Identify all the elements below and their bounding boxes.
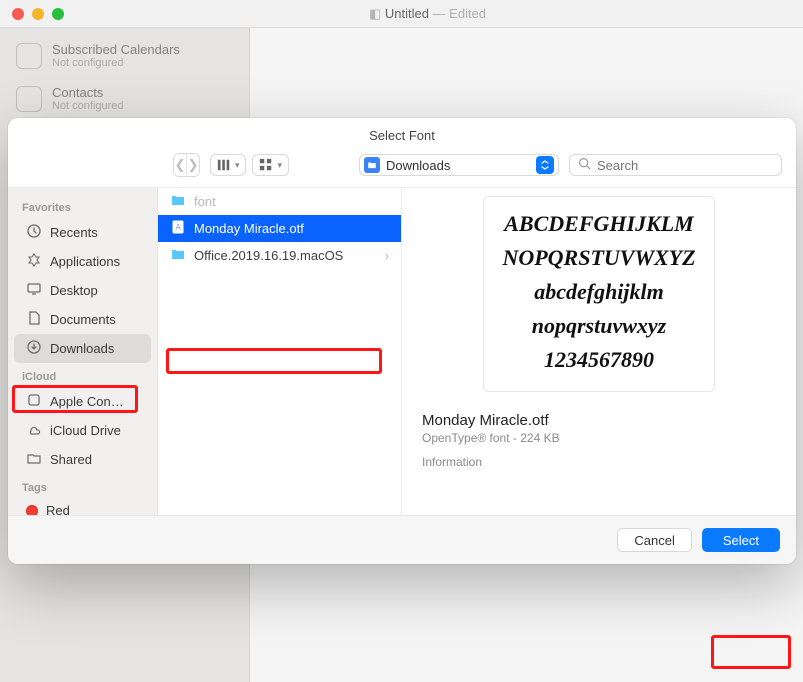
svg-text:A: A (175, 223, 181, 232)
font-sample-line: 1234567890 (502, 343, 695, 377)
chevron-right-icon: › (385, 248, 389, 263)
sidebar-item-recents[interactable]: Recents (14, 218, 151, 247)
dialog-title: Select Font (8, 118, 796, 147)
sidebar-item-label: Applications (50, 254, 120, 269)
back-button[interactable]: ❮ (174, 154, 186, 176)
file-name: Monday Miracle.otf (194, 221, 304, 236)
folder-icon (170, 246, 186, 265)
location-dropdown-icon[interactable] (536, 156, 554, 174)
sidebar-item-label: Shared (50, 452, 92, 467)
sidebar-item-label: Documents (50, 312, 116, 327)
font-preview: ABCDEFGHIJKLMNOPQRSTUVWXYZabcdefghijklmn… (483, 196, 714, 392)
sidebar-heading: Tags (8, 474, 157, 498)
chevron-down-icon: ▾ (235, 160, 240, 171)
sidebar-heading: Favorites (8, 194, 157, 218)
font-sample-line: nopqrstuvwxyz (502, 309, 695, 343)
font-sample-line: NOPQRSTUVWXYZ (502, 241, 695, 275)
file-row[interactable]: Office.2019.16.19.macOS › (158, 242, 401, 269)
nav-back-forward[interactable]: ❮ ❯ (173, 153, 200, 177)
applications-icon (26, 252, 42, 271)
group-view-button[interactable]: ▾ (252, 154, 289, 176)
icloud-icon (26, 421, 42, 440)
search-field[interactable] (569, 154, 782, 176)
sidebar-tag-red[interactable]: Red (14, 498, 151, 515)
chevron-down-icon: ▾ (277, 160, 282, 171)
search-input[interactable] (597, 158, 773, 173)
view-controls[interactable]: ▾ ▾ (210, 154, 289, 176)
dialog-footer: Cancel Select (8, 515, 796, 564)
location-label: Downloads (386, 158, 530, 173)
font-sample-line: abcdefghijklm (502, 275, 695, 309)
preview-info-label: Information (422, 455, 776, 469)
icloud-icon (26, 392, 42, 411)
location-popup[interactable]: Downloads (359, 154, 559, 176)
select-font-dialog: Select Font ❮ ❯ ▾ ▾ Downloads (8, 118, 796, 564)
forward-button[interactable]: ❯ (186, 154, 199, 176)
sidebar-item-label: Red (46, 503, 70, 515)
font-sample-line: ABCDEFGHIJKLM (502, 207, 695, 241)
folder-icon (364, 157, 380, 173)
downloads-icon (26, 339, 42, 358)
sidebar-item-desktop[interactable]: Desktop (14, 276, 151, 305)
cancel-button[interactable]: Cancel (617, 528, 691, 552)
columns-view-button[interactable]: ▾ (210, 154, 247, 176)
icloud-icon (26, 450, 42, 469)
preview-filename: Monday Miracle.otf (422, 412, 776, 429)
sidebar-item-downloads[interactable]: Downloads (14, 334, 151, 363)
file-row[interactable]: font (158, 188, 401, 215)
sidebar-item-applications[interactable]: Applications (14, 247, 151, 276)
sidebar-item-icloud[interactable]: iCloud Drive (14, 416, 151, 445)
folder-icon (170, 192, 186, 211)
sidebar-item-label: Downloads (50, 341, 114, 356)
select-button[interactable]: Select (702, 528, 780, 552)
sidebar-item-icloud[interactable]: Shared (14, 445, 151, 474)
file-column: font A Monday Miracle.otf Office.2019.16.19… (158, 188, 402, 515)
file-row[interactable]: A Monday Miracle.otf (158, 215, 401, 242)
sidebar-item-label: Recents (50, 225, 98, 240)
sidebar-item-label: Desktop (50, 283, 98, 298)
dialog-sidebar: Favorites Recents Applications Desktop Docum… (8, 188, 158, 515)
desktop-icon (26, 281, 42, 300)
font-icon: A (170, 219, 186, 238)
tag-dot-icon (26, 505, 38, 516)
documents-icon (26, 310, 42, 329)
preview-pane: ABCDEFGHIJKLMNOPQRSTUVWXYZabcdefghijklmn… (402, 188, 796, 515)
recents-icon (26, 223, 42, 242)
dialog-toolbar: ❮ ❯ ▾ ▾ Downloads (8, 147, 796, 188)
search-icon (578, 157, 591, 173)
sidebar-item-label: iCloud Drive (50, 423, 121, 438)
preview-subtitle: OpenType® font - 224 KB (422, 431, 776, 445)
sidebar-item-label: Apple Con… (50, 394, 124, 409)
sidebar-heading: iCloud (8, 363, 157, 387)
sidebar-item-icloud[interactable]: Apple Con… (14, 387, 151, 416)
sidebar-item-documents[interactable]: Documents (14, 305, 151, 334)
file-name: Office.2019.16.19.macOS (194, 248, 343, 263)
file-name: font (194, 194, 216, 209)
